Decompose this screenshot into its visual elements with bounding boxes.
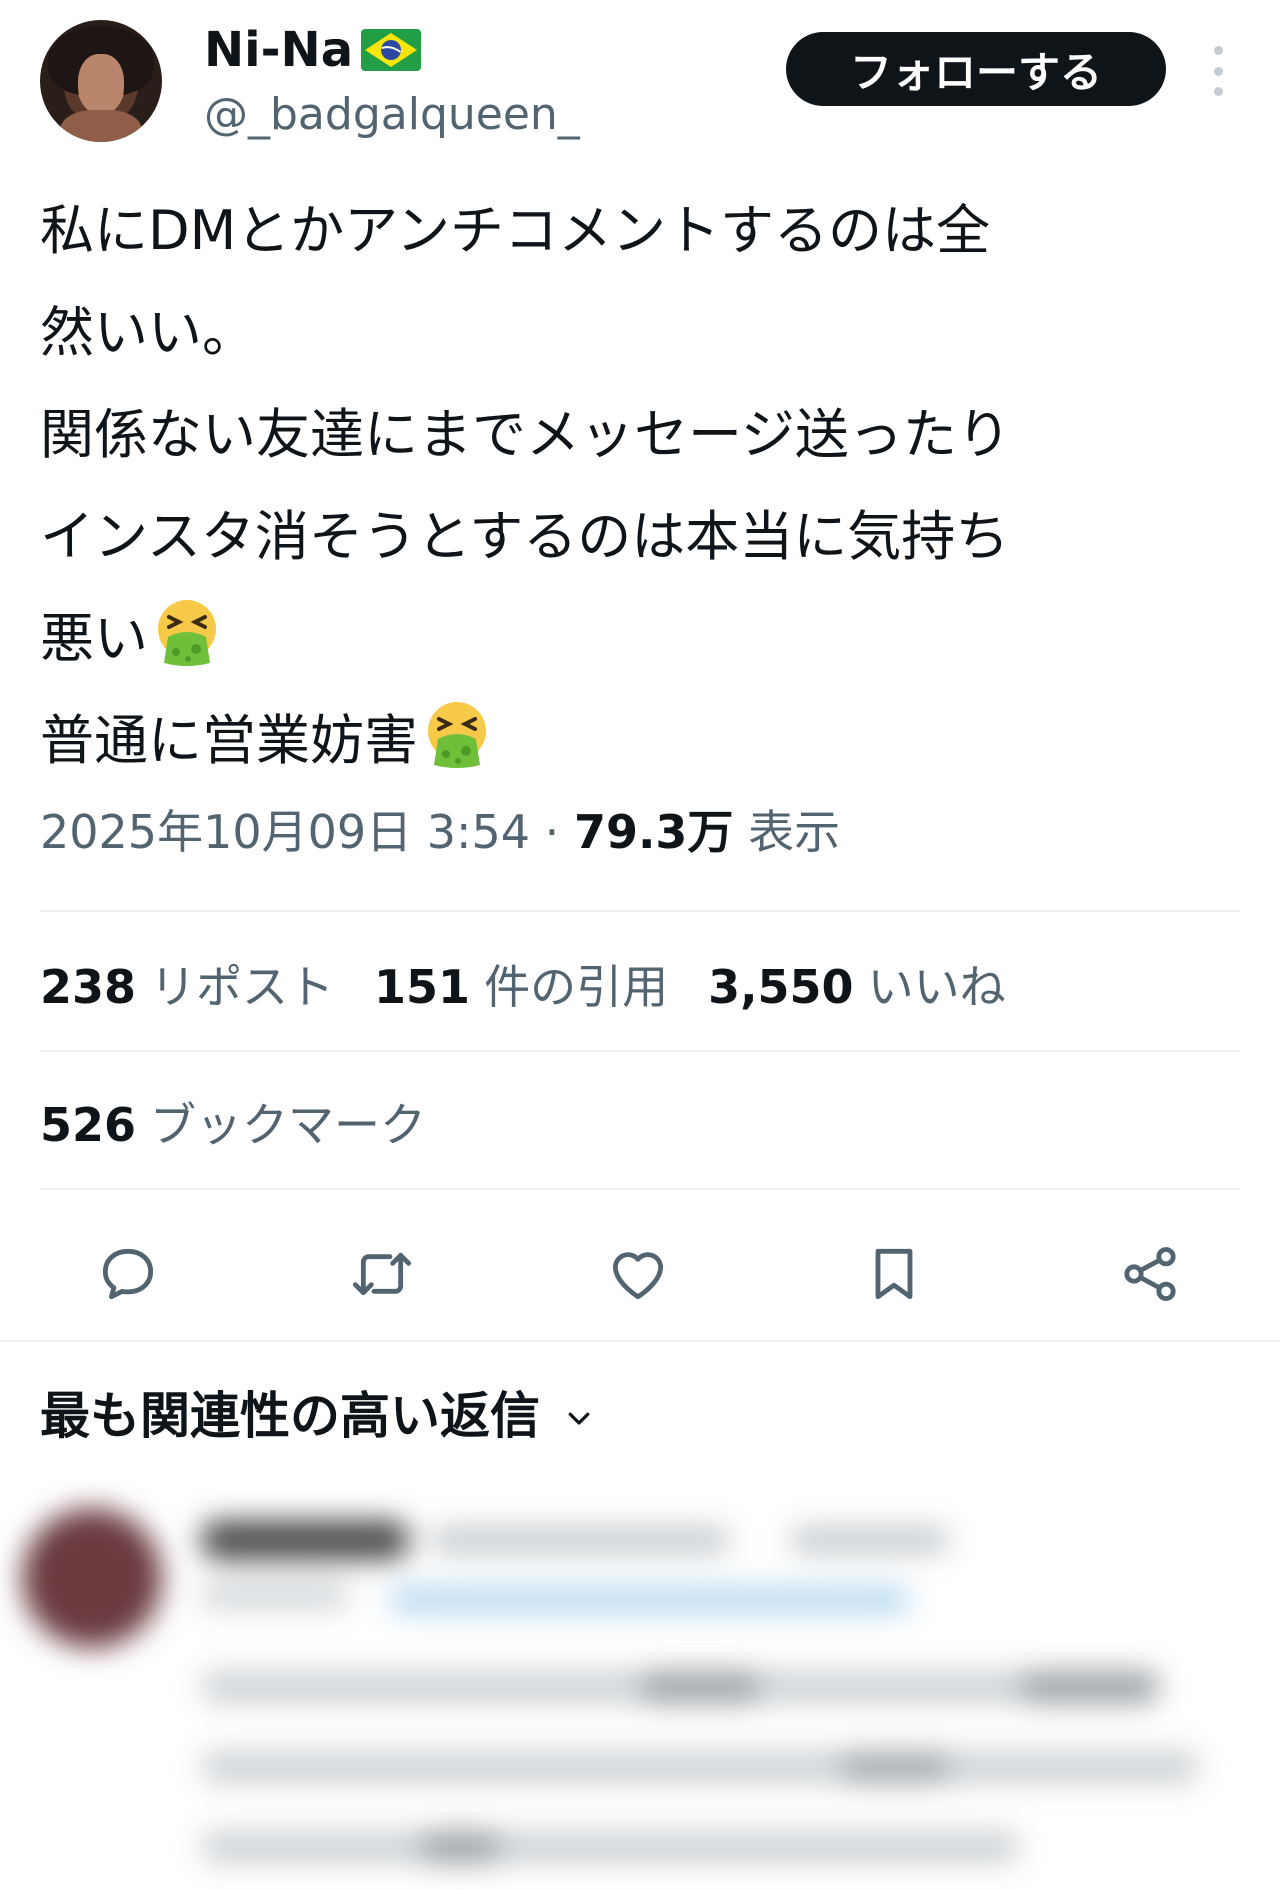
tweet-line-text: 普通に営業妨害 (40, 709, 418, 772)
divider (40, 910, 1240, 912)
more-dot (1213, 87, 1223, 96)
tweet-line: 私にDMとかアンチコメントするのは全 (40, 199, 991, 262)
avatar-body (60, 110, 142, 142)
tweet-line-with-emoji: 悪い (40, 588, 1260, 690)
tweet-line: インスタ消そうとするのは本当に気持ち (40, 505, 1010, 568)
like-stat[interactable]: 3,550 いいね (708, 952, 1006, 1022)
tweet-meta: 2025年10月09日 3:54 · 79.3万 表示 (40, 800, 840, 864)
tweet-text: 私にDMとかアンチコメントするのは全 然いい。 関係ない友達にまでメッセージ送っ… (40, 180, 1260, 792)
tweet-line-text: 悪い (40, 607, 148, 670)
bookmark-icon[interactable] (844, 1224, 944, 1324)
author-display-name[interactable]: Ni-Na (204, 22, 353, 78)
action-bar (0, 1224, 1280, 1324)
quote-count: 151 (374, 960, 471, 1014)
chevron-down-icon (564, 1380, 594, 1452)
author-handle[interactable]: @_badgalqueen_ (204, 88, 580, 142)
blurred-reply (0, 1480, 1280, 1890)
more-options-icon[interactable] (1198, 46, 1238, 96)
divider (40, 1188, 1240, 1190)
like-icon[interactable] (588, 1224, 688, 1324)
tweet-line: 然いい。 (40, 301, 256, 364)
avatar-face (78, 54, 124, 114)
views-count: 79.3万 (573, 805, 734, 859)
more-dot (1213, 46, 1223, 55)
divider (40, 1050, 1240, 1052)
bookmark-count: 526 (40, 1098, 137, 1152)
brazil-flag-icon (361, 29, 422, 71)
reply-icon[interactable] (78, 1224, 178, 1324)
quote-stat[interactable]: 151 件の引用 (374, 952, 668, 1022)
share-icon[interactable] (1100, 1224, 1200, 1324)
views-label: 表示 (748, 805, 841, 859)
author-name-row: Ni-Na (204, 22, 422, 78)
repost-icon[interactable] (332, 1224, 432, 1324)
bookmark-stat[interactable]: 526 ブックマーク (40, 1090, 426, 1160)
face-vomiting-emoji-icon (152, 597, 222, 667)
replies-section-title: 最も関連性の高い返信 (40, 1387, 540, 1445)
follow-button[interactable]: フォローする (786, 32, 1166, 106)
like-label: いいね (867, 960, 1006, 1014)
tweet-line: 関係ない友達にまでメッセージ送ったり (40, 403, 1011, 466)
quote-label: 件の引用 (484, 960, 669, 1014)
tweet-line-with-emoji: 普通に営業妨害 (40, 690, 1260, 792)
meta-separator: · (530, 805, 574, 859)
like-count: 3,550 (708, 960, 854, 1014)
repost-count: 238 (40, 960, 137, 1014)
tweet-timestamp[interactable]: 2025年10月09日 3:54 (40, 805, 530, 859)
avatar[interactable] (40, 20, 162, 142)
face-vomiting-emoji-icon (422, 699, 492, 769)
engagement-stats: 238 リポスト 151 件の引用 3,550 いいね (40, 952, 1006, 1022)
divider (0, 1340, 1280, 1342)
replies-sort-dropdown[interactable]: 最も関連性の高い返信 (40, 1380, 594, 1452)
repost-label: リポスト (150, 960, 335, 1014)
repost-stat[interactable]: 238 リポスト (40, 952, 334, 1022)
more-dot (1213, 66, 1223, 76)
bookmark-label: ブックマーク (150, 1098, 427, 1152)
